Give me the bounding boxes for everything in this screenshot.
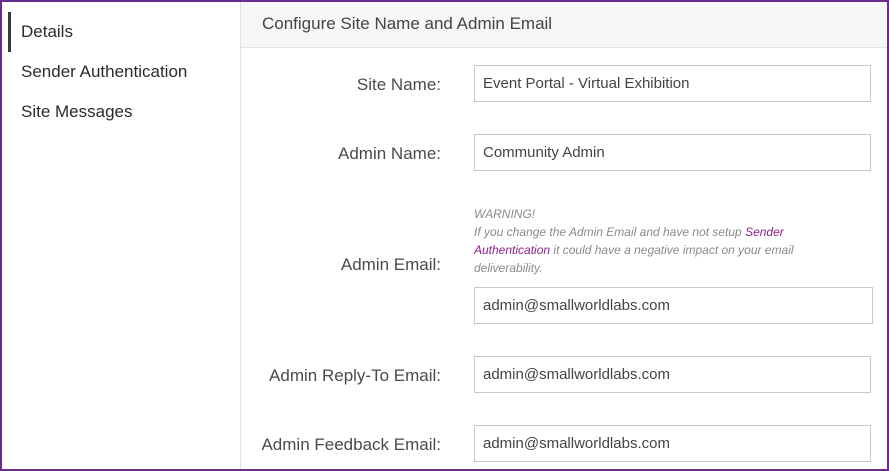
admin-name-label: Admin Name: xyxy=(338,144,441,163)
admin-feedback-input[interactable] xyxy=(474,425,871,462)
warning-title: WARNING! xyxy=(474,207,536,221)
sidebar-item-site-messages[interactable]: Site Messages xyxy=(21,102,133,122)
admin-feedback-label: Admin Feedback Email: xyxy=(261,435,441,454)
site-name-label: Site Name: xyxy=(356,75,441,94)
admin-email-input[interactable] xyxy=(474,287,873,324)
sidebar-item-sender-authentication[interactable]: Sender Authentication xyxy=(21,62,187,82)
admin-reply-to-label: Admin Reply-To Email: xyxy=(269,366,441,385)
settings-window: Details Sender Authentication Site Messa… xyxy=(0,0,889,471)
site-name-input[interactable] xyxy=(474,65,871,102)
sidebar: Details Sender Authentication Site Messa… xyxy=(2,2,241,469)
sidebar-item-details[interactable]: Details xyxy=(21,22,73,42)
panel-header: Configure Site Name and Admin Email xyxy=(241,2,887,48)
page-title: Configure Site Name and Admin Email xyxy=(262,14,553,33)
main-panel: Configure Site Name and Admin Email Site… xyxy=(241,2,887,469)
admin-email-warning: WARNING! If you change the Admin Email a… xyxy=(474,205,834,277)
admin-name-input[interactable] xyxy=(474,134,871,171)
admin-reply-to-input[interactable] xyxy=(474,356,871,393)
warning-text-pre: If you change the Admin Email and have n… xyxy=(474,225,746,239)
admin-email-label: Admin Email: xyxy=(340,255,441,274)
warning-text: If you change the Admin Email and have n… xyxy=(474,223,834,277)
active-indicator xyxy=(8,12,11,52)
